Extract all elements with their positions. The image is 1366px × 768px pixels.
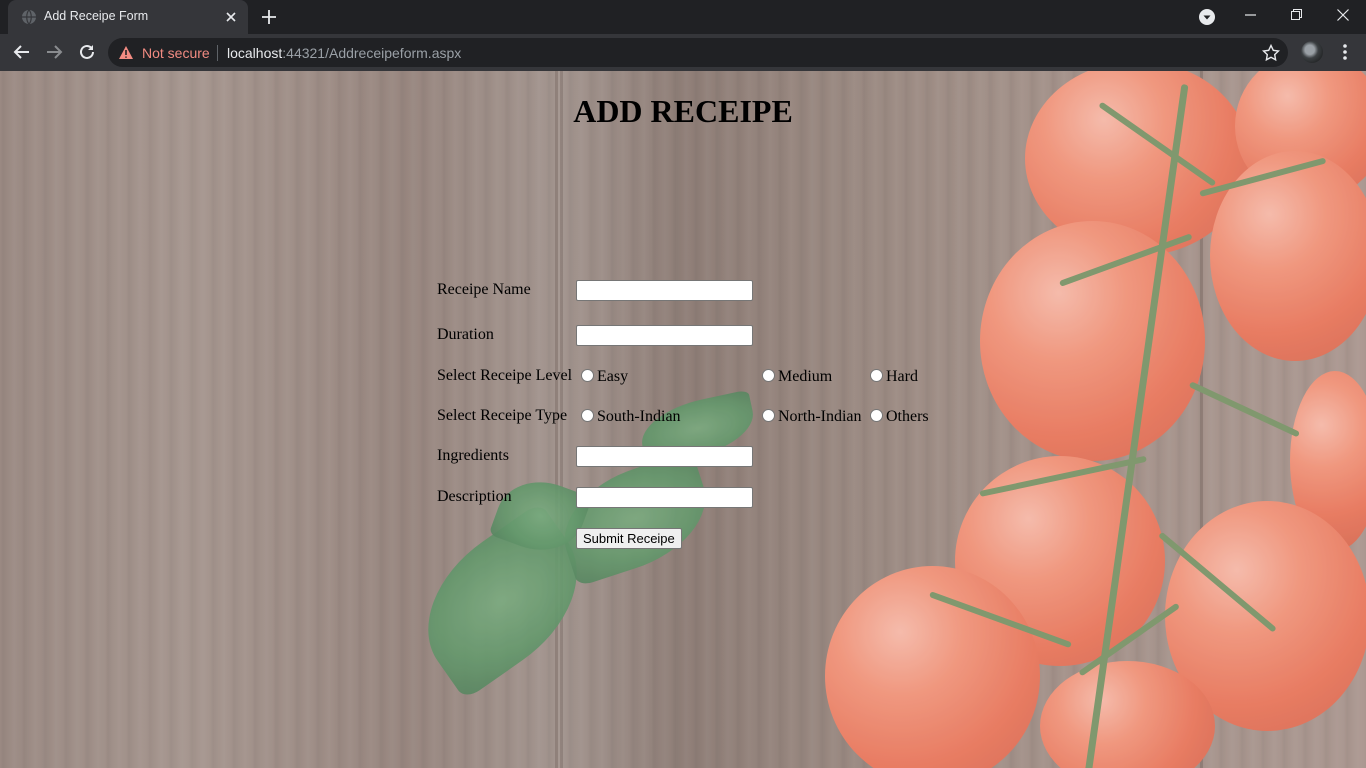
duration-label: Duration xyxy=(437,326,494,343)
forward-arrow-icon[interactable] xyxy=(44,42,64,62)
level-medium-radio[interactable] xyxy=(762,369,775,382)
tab-search-icon[interactable] xyxy=(1198,8,1216,26)
tab-title: Add Receipe Form xyxy=(44,9,149,23)
type-north-indian-radio[interactable] xyxy=(762,409,775,422)
level-hard-radio[interactable] xyxy=(870,369,883,382)
page-title: ADD RECEIPE xyxy=(573,93,793,129)
close-tab-icon[interactable] xyxy=(223,9,239,25)
page-viewport: ADD RECEIPE Receipe Name Duration Select… xyxy=(0,71,1366,768)
globe-icon xyxy=(22,9,36,25)
level-easy-label: Easy xyxy=(597,368,629,385)
close-icon xyxy=(1337,9,1349,21)
description-input[interactable] xyxy=(576,487,753,508)
menu-dots-icon[interactable] xyxy=(1335,42,1355,62)
browser-toolbar: Not secure localhost:44321/Addreceipefor… xyxy=(0,34,1366,71)
url-path: :44321/Addreceipeform.aspx xyxy=(282,45,462,61)
type-north-indian-label: North-Indian xyxy=(778,408,862,425)
ingredients-label: Ingredients xyxy=(437,447,509,464)
receipe-name-input[interactable] xyxy=(576,280,753,301)
type-south-indian-label: South-Indian xyxy=(597,408,681,425)
level-medium-label: Medium xyxy=(778,368,833,385)
restore-button[interactable] xyxy=(1274,0,1320,30)
ingredients-input[interactable] xyxy=(576,446,753,467)
close-window-button[interactable] xyxy=(1320,0,1366,30)
receipe-level-label: Select Receipe Level xyxy=(437,367,573,384)
description-label: Description xyxy=(437,488,512,505)
duration-input[interactable] xyxy=(576,325,753,346)
url-text[interactable]: localhost:44321/Addreceipeform.aspx xyxy=(227,45,461,61)
minimize-icon xyxy=(1245,14,1256,16)
bookmark-star-icon[interactable] xyxy=(1262,44,1280,62)
restore-icon xyxy=(1291,9,1302,20)
receipe-name-label: Receipe Name xyxy=(437,281,531,298)
omnibox-divider xyxy=(217,45,218,61)
tab-strip: Add Receipe Form xyxy=(0,0,1366,34)
back-arrow-icon[interactable] xyxy=(12,42,32,62)
new-tab-icon[interactable] xyxy=(259,7,279,27)
address-bar[interactable]: Not secure localhost:44321/Addreceipefor… xyxy=(108,38,1288,67)
level-hard-label: Hard xyxy=(886,368,918,385)
url-host: localhost xyxy=(227,45,283,61)
minimize-button[interactable] xyxy=(1228,0,1274,30)
type-others-label: Others xyxy=(886,408,929,425)
type-others-radio[interactable] xyxy=(870,409,883,422)
type-south-indian-radio[interactable] xyxy=(581,409,594,422)
security-label[interactable]: Not secure xyxy=(142,45,210,61)
receipe-type-label: Select Receipe Type xyxy=(437,407,568,424)
reload-icon[interactable] xyxy=(77,42,97,62)
profile-avatar[interactable] xyxy=(1301,41,1323,63)
submit-receipe-button[interactable]: Submit Receipe xyxy=(576,528,682,549)
warning-icon xyxy=(119,46,133,59)
browser-tab[interactable]: Add Receipe Form xyxy=(8,0,248,34)
level-easy-radio[interactable] xyxy=(581,369,594,382)
